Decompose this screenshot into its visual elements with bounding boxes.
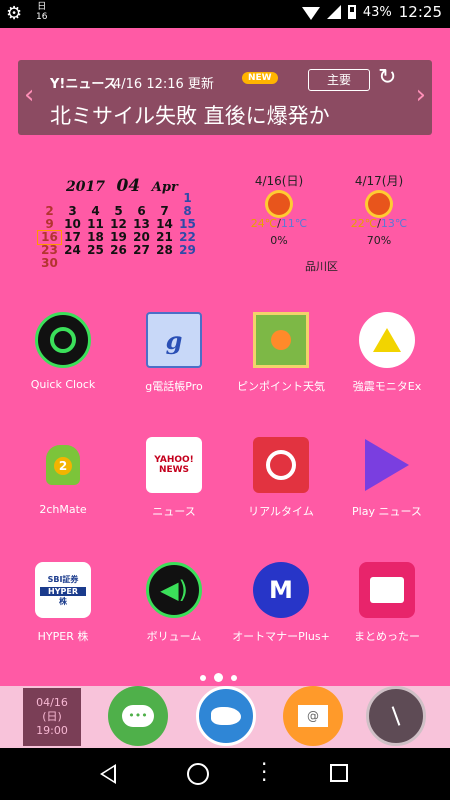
news-category-tab[interactable]: 主要 <box>308 69 370 91</box>
app-pinpoint-weather[interactable]: ピンポイント天気 <box>225 312 337 394</box>
rain-chance: 0% <box>270 234 288 247</box>
hyper-kabu-icon: SBI証券 HYPER 株 <box>35 562 91 618</box>
new-badge: NEW <box>242 72 278 84</box>
app-quick-clock[interactable]: Quick Clock <box>7 312 119 391</box>
weather-day-today[interactable]: 4/16(日) 24℃/11℃ 0% <box>244 172 314 247</box>
news-headline[interactable]: 北ミサイル失敗 直後に爆発か <box>50 100 330 130</box>
page-dot <box>231 674 237 681</box>
app-earthquake-monitor[interactable]: 強震モニタEx <box>331 312 443 394</box>
volume-icon: ◀) <box>146 562 202 618</box>
page-indicator <box>200 673 237 682</box>
page-dot-active <box>214 673 223 682</box>
calendar-empty-cell <box>107 257 130 270</box>
chevron-left-icon[interactable]: ‹ <box>24 82 34 108</box>
app-hyper-kabu[interactable]: SBI証券 HYPER 株 HYPER 株 <box>7 562 119 644</box>
calendar-notification-icon: 日 16 <box>36 2 48 22</box>
app-volume[interactable]: ◀) ボリューム <box>118 562 230 644</box>
app-2chmate[interactable]: 2chMate <box>7 437 119 516</box>
news-widget[interactable]: ‹ Y!ニュース 4/16 12:16 更新 NEW 主要 ↻ 北ミサイル失敗 … <box>18 60 432 135</box>
calendar-day[interactable]: 24 <box>61 244 84 257</box>
settings-gear-icon: ⚙ <box>6 3 23 24</box>
news-timestamp: 4/16 12:16 更新 <box>113 77 214 92</box>
weather-temps: 24℃/11℃ <box>250 217 308 230</box>
yahoo-news-icon: YAHOO! NEWS <box>146 437 202 493</box>
weather-date: 4/17(月) <box>354 174 404 188</box>
weather-area: 品川区 <box>305 260 338 273</box>
rain-chance: 70% <box>366 234 392 247</box>
realtime-icon <box>253 437 309 493</box>
matometter-icon <box>359 562 415 618</box>
quick-clock-icon <box>35 312 91 368</box>
clock-time: 12:25 <box>398 3 442 21</box>
app-realtime[interactable]: リアルタイム <box>225 437 337 519</box>
weather-temps: 22℃/13℃ <box>350 217 408 230</box>
wifi-icon <box>301 6 320 20</box>
messaging-icon[interactable] <box>108 686 168 746</box>
clock-app-icon[interactable] <box>366 686 426 746</box>
calendar-empty-cell <box>84 257 107 270</box>
dock-clock-widget[interactable]: 04/16 (日) 19:00 <box>23 688 81 746</box>
navigation-bar: · · · <box>0 748 450 800</box>
calendar-day[interactable]: 29 <box>176 244 199 257</box>
weather-date: 4/16(日) <box>254 174 304 188</box>
signal-icon <box>326 5 341 19</box>
email-icon[interactable] <box>283 686 343 746</box>
status-bar: ⚙ 日 16 43% 12:25 <box>0 0 450 28</box>
chevron-right-icon[interactable]: › <box>416 82 426 108</box>
earthquake-monitor-icon <box>359 312 415 368</box>
calendar-day[interactable]: 30 <box>38 257 61 270</box>
weather-day-tomorrow[interactable]: 4/17(月) 22℃/13℃ 70% <box>344 172 414 247</box>
app-matometter[interactable]: まとめったー <box>331 562 443 644</box>
menu-dots-icon[interactable]: · · · <box>261 754 267 790</box>
browser-globe-icon[interactable] <box>196 686 256 746</box>
calendar-day[interactable]: 28 <box>153 244 176 257</box>
pinpoint-weather-icon <box>253 312 309 368</box>
refresh-icon[interactable]: ↻ <box>378 65 396 90</box>
recent-apps-icon[interactable] <box>330 764 348 782</box>
battery-percentage: 43% <box>362 4 392 20</box>
calendar-empty-cell <box>130 257 153 270</box>
back-icon[interactable] <box>100 764 116 784</box>
automanner-icon: M <box>253 562 309 618</box>
app-play-news[interactable]: Play ニュース <box>331 437 443 519</box>
calendar-day[interactable]: 25 <box>84 244 107 257</box>
calendar-empty-cell <box>61 257 84 270</box>
g-phonebook-icon: g <box>146 312 202 368</box>
calendar-empty-cell <box>176 257 199 270</box>
app-g-phonebook[interactable]: g g電話帳Pro <box>118 312 230 394</box>
calendar-day[interactable]: 26 <box>107 244 130 257</box>
sun-then-rain-icon <box>368 193 390 215</box>
calendar-grid[interactable]: 1 2 3 4 5 6 7 8 9 10 11 12 13 14 15 16 17 18 19 20 21 22 23 24 2… <box>37 192 202 270</box>
calendar-day[interactable]: 27 <box>130 244 153 257</box>
sunny-icon <box>268 193 290 215</box>
2chmate-icon <box>35 437 91 493</box>
home-icon[interactable] <box>187 763 209 785</box>
play-news-icon <box>359 437 415 493</box>
page-dot <box>200 674 206 681</box>
battery-icon <box>347 5 356 19</box>
news-logo: Y!ニュース <box>50 77 117 92</box>
calendar-empty-cell <box>153 257 176 270</box>
app-automanner[interactable]: M オートマナーPlus+ <box>225 562 337 644</box>
app-yahoo-news[interactable]: YAHOO! NEWS ニュース <box>118 437 230 519</box>
